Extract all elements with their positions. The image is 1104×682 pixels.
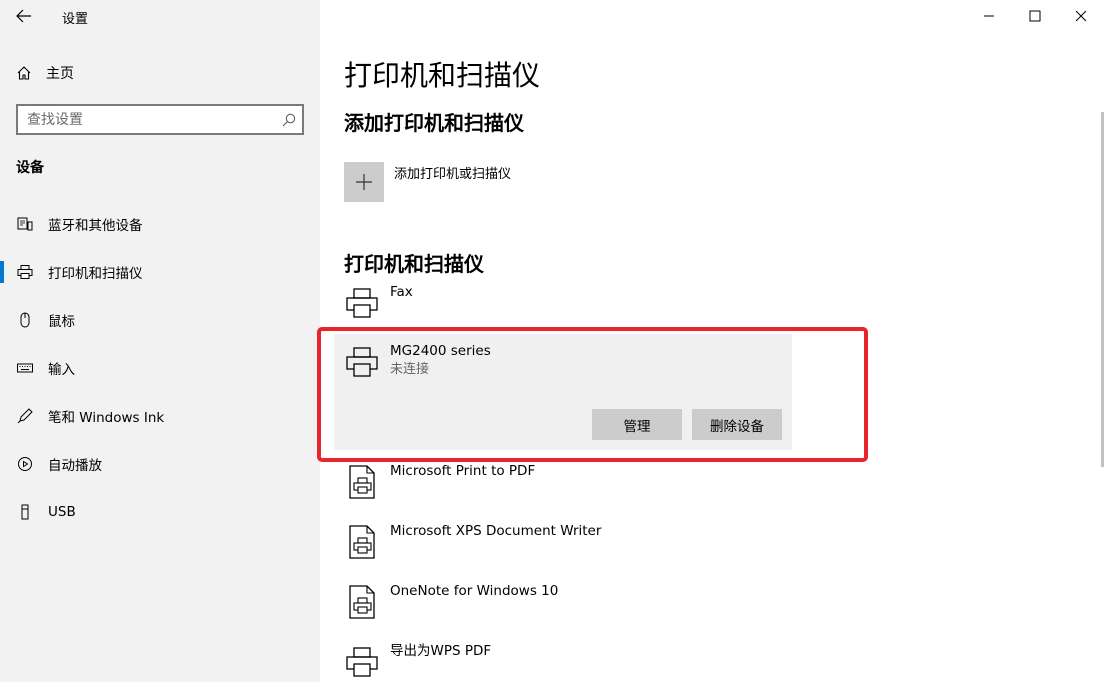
- page-title: 打印机和扫描仪: [344, 59, 541, 92]
- device-status: 未连接: [390, 362, 430, 377]
- sidebar-item-label: 输入: [48, 362, 75, 378]
- add-section-title: 添加打印机和扫描仪: [344, 111, 524, 135]
- sidebar-item-label: 蓝牙和其他设备: [48, 218, 143, 234]
- sidebar-item-label: USB: [48, 504, 76, 520]
- sidebar-item-label: 自动播放: [48, 458, 102, 474]
- sidebar-item-bluetooth[interactable]: 蓝牙和其他设备: [0, 200, 320, 248]
- back-arrow-icon: [16, 9, 31, 23]
- printer-icon: [344, 642, 380, 682]
- device-name: MG2400 series: [390, 343, 491, 359]
- mouse-icon: [16, 311, 34, 329]
- sidebar-section-title: 设备: [16, 160, 44, 176]
- remove-device-button[interactable]: 删除设备: [692, 409, 782, 440]
- sidebar-item-printers[interactable]: 打印机和扫描仪: [0, 248, 320, 296]
- sidebar-item-mouse[interactable]: 鼠标: [0, 296, 320, 344]
- sidebar-item-label: 鼠标: [48, 314, 75, 330]
- add-printer-label: 添加打印机或扫描仪: [394, 167, 512, 182]
- pen-icon: [16, 407, 34, 425]
- printer-icon: [344, 283, 380, 323]
- maximize-button[interactable]: [1012, 0, 1058, 32]
- printer-icon: [344, 342, 380, 382]
- home-label: 主页: [46, 66, 74, 82]
- search-box[interactable]: [16, 104, 304, 135]
- close-button[interactable]: [1058, 0, 1104, 32]
- device-name: Microsoft XPS Document Writer: [390, 523, 602, 539]
- window-title: 设置: [62, 12, 89, 27]
- device-name: Fax: [390, 284, 413, 300]
- device-item[interactable]: Microsoft Print to PDF: [334, 462, 792, 502]
- device-name: Microsoft Print to PDF: [390, 463, 536, 479]
- back-button[interactable]: [10, 4, 38, 28]
- minimize-button[interactable]: [966, 0, 1012, 32]
- devices-section-title: 打印机和扫描仪: [344, 252, 484, 276]
- device-item[interactable]: Fax: [334, 283, 792, 323]
- add-printer-button[interactable]: 添加打印机或扫描仪: [344, 162, 511, 202]
- minimize-icon: [984, 15, 994, 17]
- search-icon[interactable]: [276, 107, 302, 133]
- sidebar-nav: 蓝牙和其他设备 打印机和扫描仪 鼠标 输入 笔和 Windows Ink 自动播…: [0, 200, 320, 536]
- window-controls: [966, 0, 1104, 32]
- printer-icon: [16, 263, 34, 281]
- home-icon: [17, 66, 31, 80]
- sidebar-item-label: 笔和 Windows Ink: [48, 410, 165, 426]
- plus-icon: [356, 174, 372, 190]
- document-printer-icon: [344, 462, 380, 502]
- device-item[interactable]: OneNote for Windows 10: [334, 582, 792, 622]
- autoplay-icon: [16, 455, 34, 473]
- close-icon: [1075, 10, 1087, 22]
- sidebar: 设置 主页 设备 蓝牙和其他设备 打印机和扫描仪 鼠标: [0, 0, 320, 682]
- device-name: 导出为WPS PDF: [390, 643, 492, 659]
- sidebar-item-typing[interactable]: 输入: [0, 344, 320, 392]
- maximize-icon: [1029, 10, 1041, 22]
- sidebar-item-usb[interactable]: USB: [0, 488, 320, 536]
- search-input[interactable]: [18, 106, 276, 133]
- keyboard-icon: [16, 359, 34, 377]
- device-actions: 管理 删除设备: [592, 409, 782, 440]
- bluetooth-devices-icon: [16, 215, 34, 233]
- document-printer-icon: [344, 522, 380, 562]
- device-item[interactable]: 导出为WPS PDF: [334, 642, 792, 682]
- manage-button[interactable]: 管理: [592, 409, 682, 440]
- sidebar-home[interactable]: 主页: [16, 60, 306, 86]
- device-item-selected[interactable]: MG2400 series 未连接 管理 删除设备: [334, 334, 792, 450]
- main-content: 打印机和扫描仪 添加打印机和扫描仪 添加打印机或扫描仪 打印机和扫描仪 Fax …: [320, 0, 1104, 682]
- sidebar-item-label: 打印机和扫描仪: [48, 266, 143, 282]
- sidebar-item-pen[interactable]: 笔和 Windows Ink: [0, 392, 320, 440]
- device-name: OneNote for Windows 10: [390, 583, 559, 599]
- device-item[interactable]: Microsoft XPS Document Writer: [334, 522, 792, 562]
- add-tile: [344, 162, 384, 202]
- sidebar-item-autoplay[interactable]: 自动播放: [0, 440, 320, 488]
- usb-icon: [16, 503, 34, 521]
- document-printer-icon: [344, 582, 380, 622]
